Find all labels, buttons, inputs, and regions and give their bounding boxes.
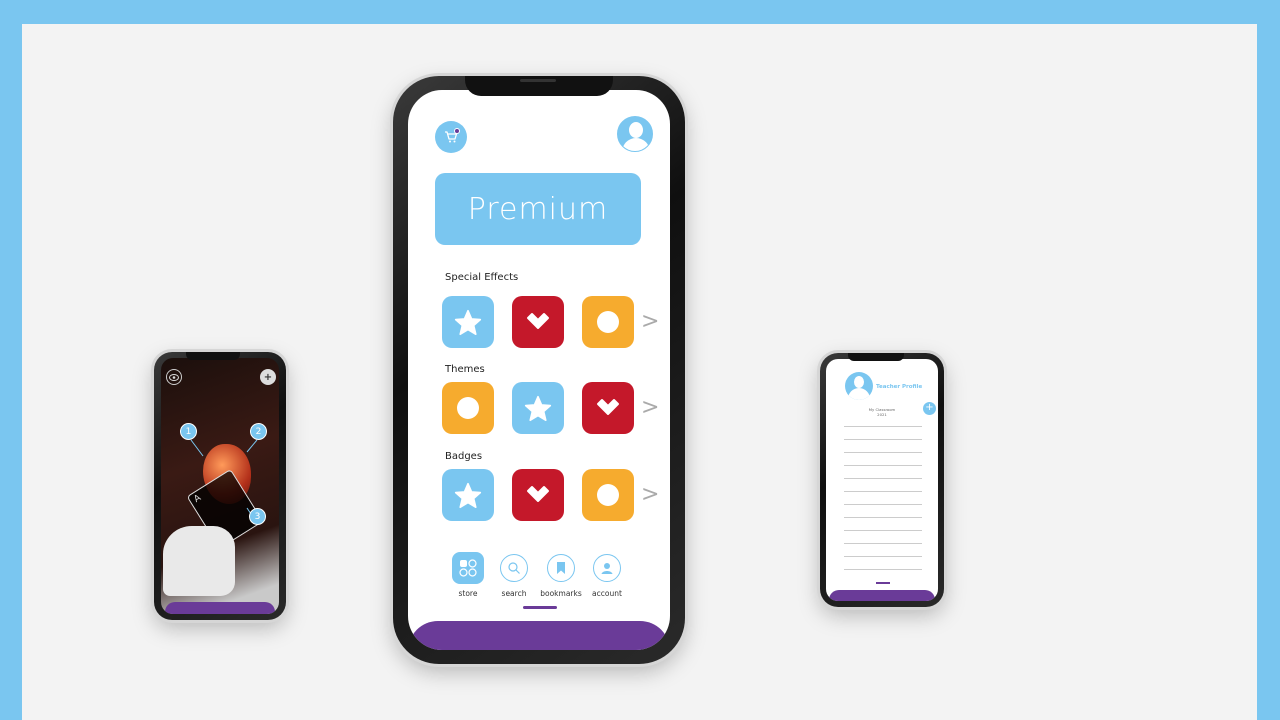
account-icon — [593, 554, 621, 582]
bottom-bar — [408, 621, 670, 650]
bottom-bar — [829, 590, 935, 601]
nav-label: bookmarks — [540, 589, 582, 598]
list-line — [844, 439, 922, 440]
main-screen: Premium Special Effects > Themes > Badge… — [408, 90, 670, 650]
classroom-sub: 2021 — [877, 412, 887, 417]
list-line — [844, 504, 922, 505]
heart-tile[interactable] — [512, 469, 564, 521]
section-title: Badges — [445, 451, 483, 462]
star-icon — [524, 395, 552, 421]
star-tile[interactable] — [442, 296, 494, 348]
circle-tile[interactable] — [442, 382, 494, 434]
teacher-phone-mockup: Teacher Profile My Classroom 2021 + — [820, 353, 944, 607]
star-tile[interactable] — [442, 469, 494, 521]
star-icon — [454, 482, 482, 508]
nav-label: account — [592, 589, 622, 598]
nav-label: store — [458, 589, 478, 598]
list-line — [844, 452, 922, 453]
chevron-right-icon[interactable]: > — [641, 484, 659, 506]
heart-icon — [527, 313, 549, 329]
circle-tile[interactable] — [582, 469, 634, 521]
bottom-bar — [165, 602, 275, 614]
ar-phone-mockup: + A A 1 2 3 — [154, 352, 286, 620]
circle-icon — [597, 484, 619, 506]
add-button[interactable]: + — [923, 402, 936, 415]
nav-label: search — [501, 589, 527, 598]
heart-icon — [597, 399, 619, 415]
search-icon — [500, 554, 528, 582]
nav-search[interactable]: search — [490, 554, 538, 598]
heart-tile[interactable] — [582, 382, 634, 434]
list-line — [844, 491, 922, 492]
cart-badge — [454, 128, 460, 134]
heart-icon — [527, 486, 549, 502]
ar-screen: + A A 1 2 3 — [161, 358, 279, 614]
phone-notch — [465, 76, 613, 96]
hotspot-1[interactable]: 1 — [180, 423, 197, 440]
teacher-avatar-icon[interactable] — [845, 372, 873, 400]
list-line — [844, 478, 922, 479]
star-tile[interactable] — [512, 382, 564, 434]
nav-account[interactable]: account — [583, 554, 631, 598]
list-line — [844, 556, 922, 557]
user-avatar-icon[interactable] — [617, 116, 653, 152]
chevron-right-icon[interactable]: > — [641, 311, 659, 333]
phone-notch — [848, 353, 904, 361]
list-line — [844, 426, 922, 427]
circle-icon — [597, 311, 619, 333]
star-icon — [454, 309, 482, 335]
list-line — [844, 465, 922, 466]
nav-active-indicator — [876, 582, 890, 584]
nav-store[interactable]: store — [444, 552, 492, 598]
nav-bookmarks[interactable]: bookmarks — [537, 554, 585, 598]
heart-tile[interactable] — [512, 296, 564, 348]
list-line — [844, 543, 922, 544]
hotspot-3[interactable]: 3 — [249, 508, 266, 525]
circle-tile[interactable] — [582, 296, 634, 348]
list-line — [844, 530, 922, 531]
nav-active-indicator — [523, 606, 557, 609]
section-title: Themes — [445, 364, 485, 375]
main-phone-mockup: Premium Special Effects > Themes > Badge… — [393, 76, 685, 664]
store-icon — [452, 552, 484, 584]
hotspot-2[interactable]: 2 — [250, 423, 267, 440]
premium-banner[interactable]: Premium — [435, 173, 641, 245]
classroom-label[interactable]: My Classroom 2021 — [862, 407, 902, 417]
list-line — [844, 569, 922, 570]
chevron-right-icon[interactable]: > — [641, 397, 659, 419]
bookmark-icon — [547, 554, 575, 582]
phone-notch — [186, 352, 240, 360]
page-title: Teacher Profile — [876, 384, 923, 390]
hotspot-lines — [190, 439, 258, 521]
circle-icon — [457, 397, 479, 419]
list-line — [844, 517, 922, 518]
cart-button[interactable] — [435, 121, 467, 153]
section-title: Special Effects — [445, 272, 519, 283]
teacher-screen: Teacher Profile My Classroom 2021 + — [826, 359, 938, 601]
